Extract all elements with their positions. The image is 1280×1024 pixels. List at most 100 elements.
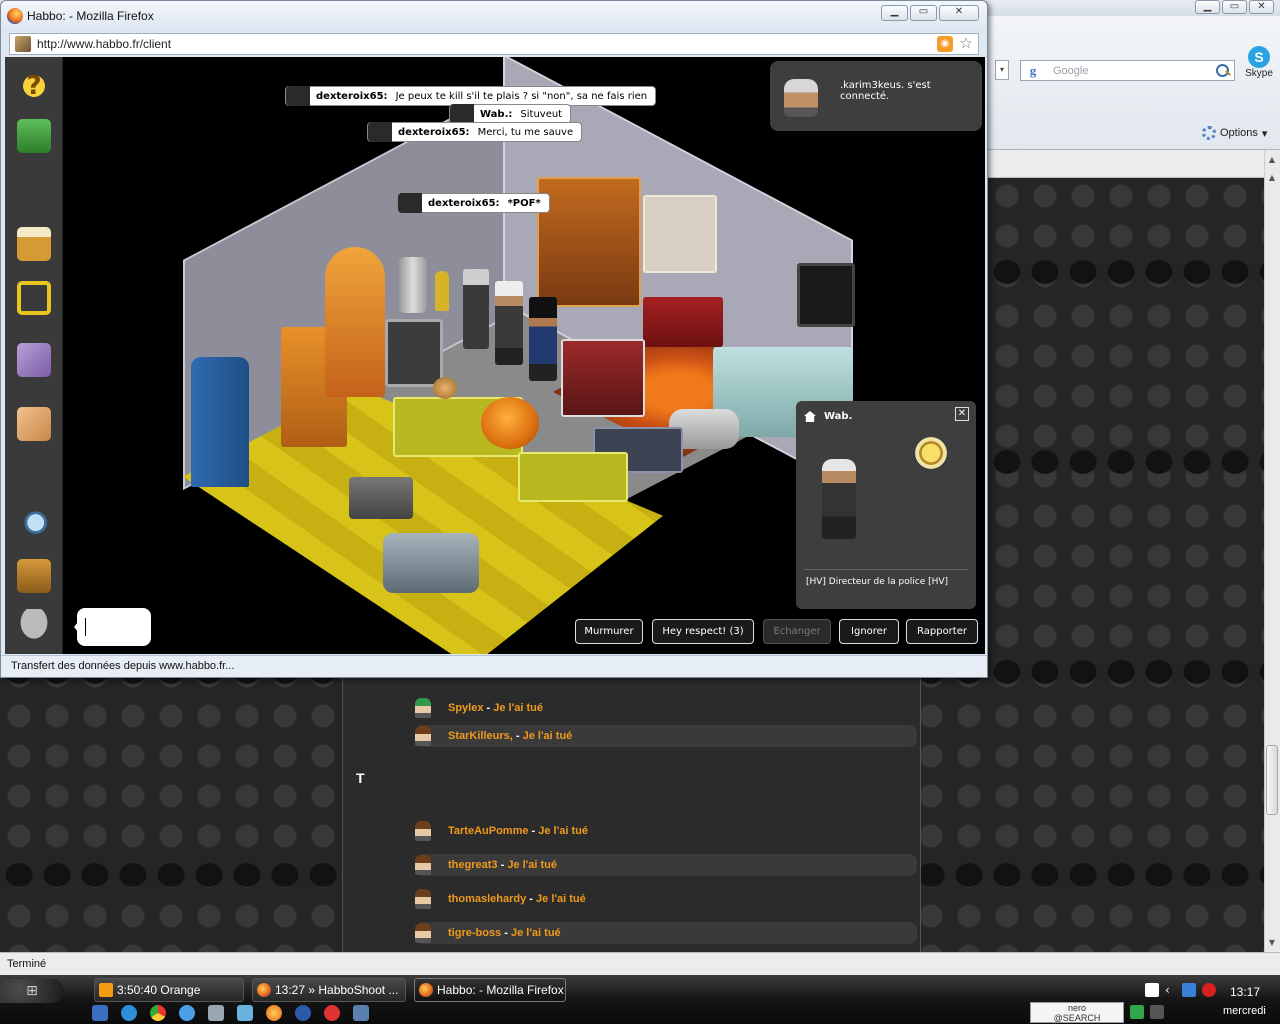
list-item[interactable]: tigre-boss - Je l'ai tué bbox=[415, 922, 917, 944]
exit-room-icon[interactable] bbox=[17, 119, 51, 153]
fireplace[interactable] bbox=[643, 195, 717, 273]
minimize-button[interactable]: ▁ bbox=[1195, 0, 1220, 14]
chat-username[interactable]: Wab.: bbox=[480, 109, 512, 120]
internet-explorer-icon[interactable] bbox=[121, 1005, 137, 1021]
search-box[interactable]: g Google bbox=[1020, 60, 1235, 81]
skype-button[interactable]: S Skype bbox=[1242, 46, 1276, 79]
popup-title-bar[interactable]: Habbo: - Mozilla Firefox ▁ ▭ ✕ bbox=[1, 1, 987, 32]
list-item[interactable]: Spylex - Je l'ai tué bbox=[415, 697, 917, 719]
red-table[interactable] bbox=[643, 297, 723, 347]
list-item-name[interactable]: tigre-boss bbox=[448, 927, 501, 939]
chat-bubble[interactable]: dexteroix65: *POF* bbox=[397, 193, 550, 213]
whisper-button[interactable]: Murmurer bbox=[575, 619, 643, 644]
chrome-icon[interactable] bbox=[150, 1005, 166, 1021]
options-button[interactable]: Options ▾ bbox=[1202, 126, 1267, 140]
tray-chevron-icon[interactable]: ‹ bbox=[1165, 983, 1179, 997]
inventory-icon[interactable] bbox=[17, 343, 51, 377]
tray-arrow-icon[interactable] bbox=[1130, 1005, 1144, 1019]
chat-bubble[interactable]: dexteroix65: Merci, tu me sauve bbox=[367, 122, 583, 142]
chat-input[interactable] bbox=[74, 608, 151, 646]
friend-online-notification[interactable]: .karim3keus. s'est connecté. bbox=[770, 61, 982, 131]
list-item[interactable]: thomaslehardy - Je l'ai tué bbox=[415, 888, 917, 910]
yellow-table[interactable] bbox=[518, 452, 628, 502]
minimize-button[interactable]: ▁ bbox=[881, 5, 908, 21]
taskbar-task-active[interactable]: Habbo: - Mozilla Firefox bbox=[414, 978, 566, 1002]
scroll-down-arrow[interactable]: ▼ bbox=[1264, 935, 1280, 951]
bookmark-star-icon[interactable]: ☆ bbox=[957, 35, 975, 53]
url-history-dropdown[interactable]: ▾ bbox=[995, 60, 1009, 80]
google-engine-icon[interactable]: g bbox=[1021, 61, 1045, 80]
list-item[interactable]: StarKilleurs, - Je l'ai tué bbox=[415, 725, 917, 747]
help-icon[interactable]: ? bbox=[17, 69, 51, 103]
navigator-icon[interactable] bbox=[17, 281, 51, 315]
search-icon[interactable] bbox=[1215, 63, 1231, 79]
search-input[interactable]: Google bbox=[1045, 65, 1215, 77]
close-button[interactable]: ✕ bbox=[1249, 0, 1274, 14]
network-icon[interactable] bbox=[237, 1005, 253, 1021]
chat-username[interactable]: dexteroix65: bbox=[398, 127, 470, 138]
retro-tv-cabinet[interactable] bbox=[537, 177, 641, 307]
security-alert-icon[interactable] bbox=[1202, 983, 1216, 997]
search-icon[interactable] bbox=[17, 509, 51, 543]
chat-bubble[interactable]: Wab.: Situveut bbox=[449, 104, 572, 124]
maximize-button[interactable]: ▭ bbox=[1222, 0, 1247, 14]
report-button[interactable]: Rapporter bbox=[906, 619, 978, 644]
trade-button[interactable]: Echanger bbox=[763, 619, 831, 644]
catalogue-icon[interactable] bbox=[17, 227, 51, 261]
wall-screen[interactable] bbox=[797, 263, 855, 327]
profile-avatar-icon[interactable] bbox=[17, 609, 51, 643]
tray-misc-icon[interactable] bbox=[1150, 1005, 1164, 1019]
scrollbar-thumb[interactable] bbox=[1266, 745, 1278, 815]
scroll-up-arrow[interactable]: ▲ bbox=[1264, 170, 1280, 186]
orange-onion-dome-furniture[interactable] bbox=[325, 247, 385, 397]
taskbar-task[interactable]: 13:27 » HabboShoot ... bbox=[252, 978, 406, 1002]
rss-icon[interactable]: ◉ bbox=[937, 36, 953, 52]
jack-o-lantern-pumpkin[interactable] bbox=[481, 397, 539, 449]
home-icon[interactable] bbox=[804, 411, 816, 422]
taskbar-task[interactable]: 3:50:40 Orange bbox=[94, 978, 244, 1002]
close-button[interactable]: ✕ bbox=[939, 5, 979, 21]
habbo-room[interactable]: dexteroix65: Je peux te kill s'il te pla… bbox=[63, 57, 985, 654]
page-scrollbar[interactable] bbox=[1264, 150, 1280, 952]
nero-search-toolbar[interactable]: nero @SEARCH bbox=[1030, 1002, 1124, 1023]
user-name[interactable]: Wab. bbox=[824, 411, 852, 422]
habbo-game-canvas[interactable]: ? dexteroix65: Je peux te kill s'il te p… bbox=[5, 57, 985, 654]
list-item-name[interactable]: StarKilleurs, bbox=[448, 730, 513, 742]
grey-sofa[interactable] bbox=[383, 533, 479, 593]
scroll-up-arrow[interactable]: ▲ bbox=[1264, 152, 1280, 168]
habbo-avatar-player[interactable] bbox=[529, 297, 557, 381]
url-input[interactable]: http://www.habbo.fr/client bbox=[37, 37, 937, 51]
show-desktop-icon[interactable] bbox=[92, 1005, 108, 1021]
list-item[interactable]: thegreat3 - Je l'ai tué bbox=[415, 854, 917, 876]
start-button[interactable]: ⊞ bbox=[0, 979, 64, 1003]
ignore-button[interactable]: Ignorer bbox=[839, 619, 899, 644]
network-tray-icon[interactable] bbox=[1182, 983, 1196, 997]
tray-document-icon[interactable] bbox=[1145, 983, 1159, 997]
room-info-icon[interactable] bbox=[17, 559, 51, 593]
metal-bin[interactable] bbox=[399, 257, 427, 313]
seed-plant[interactable] bbox=[433, 377, 457, 399]
portable-toilet-blue[interactable] bbox=[191, 357, 249, 487]
list-item-name[interactable]: thomaslehardy bbox=[448, 893, 526, 905]
firefox-quick-icon[interactable] bbox=[266, 1005, 282, 1021]
people-icon[interactable] bbox=[208, 1005, 224, 1021]
url-bar[interactable]: http://www.habbo.fr/client ◉ ☆ bbox=[9, 33, 979, 55]
badge-icon[interactable] bbox=[912, 435, 950, 471]
habbo-avatar-wab[interactable] bbox=[495, 281, 523, 365]
respect-button[interactable]: Hey respect! (3) bbox=[652, 619, 754, 644]
habbo-avatar-dexteroix65[interactable] bbox=[463, 269, 489, 349]
close-icon[interactable]: ✕ bbox=[955, 407, 969, 421]
opera-icon[interactable] bbox=[324, 1005, 340, 1021]
list-item-name[interactable]: Spylex bbox=[448, 702, 483, 714]
list-item-name[interactable]: TarteAuPomme bbox=[448, 825, 528, 837]
chat-username[interactable]: dexteroix65: bbox=[428, 198, 500, 209]
gold-trophy[interactable] bbox=[435, 271, 449, 311]
friends-icon[interactable] bbox=[17, 407, 51, 441]
list-item[interactable]: TarteAuPomme - Je l'ai tué bbox=[415, 820, 917, 842]
list-item-name[interactable]: thegreat3 bbox=[448, 859, 498, 871]
chat-bubble[interactable]: dexteroix65: Je peux te kill s'il te pla… bbox=[285, 86, 657, 106]
maximize-button[interactable]: ▭ bbox=[910, 5, 937, 21]
media-player-icon[interactable] bbox=[295, 1005, 311, 1021]
red-cabinet[interactable] bbox=[561, 339, 645, 417]
search-quick-icon[interactable] bbox=[179, 1005, 195, 1021]
